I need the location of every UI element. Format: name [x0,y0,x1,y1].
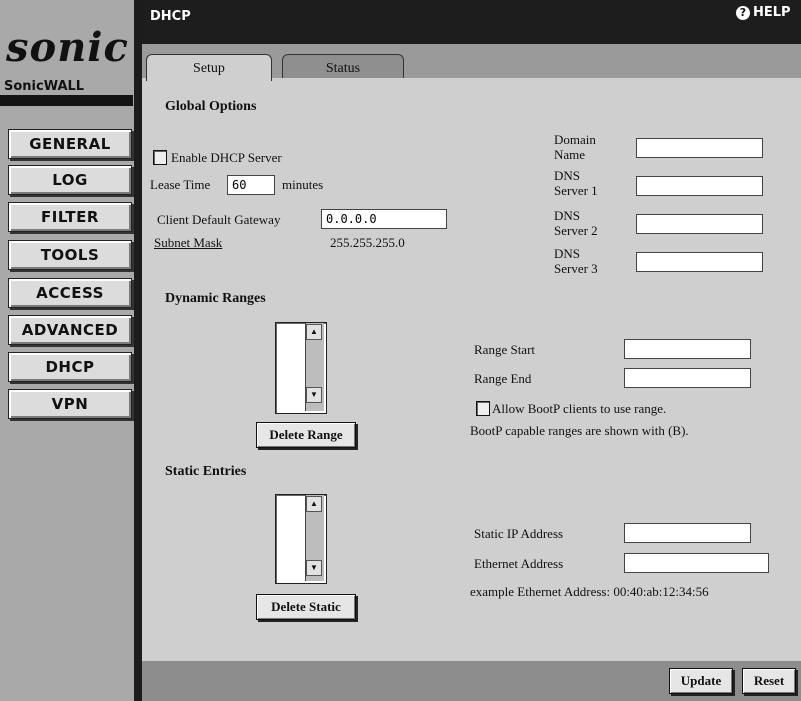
lease-time-input[interactable] [227,175,275,195]
dns-server-3-label: DNS Server 3 [554,246,598,276]
reset-button[interactable]: Reset [742,668,796,694]
domain-name-label: Domain Name [554,132,596,162]
sidebar-item-dhcp[interactable]: DHCP [8,352,132,382]
help-label: HELP [753,5,791,20]
lease-time-unit: minutes [282,177,324,192]
scroll-up-icon[interactable]: ▲ [306,324,322,340]
header-bar [142,0,801,44]
sidebar-item-log[interactable]: LOG [8,165,132,195]
ethernet-address-input[interactable] [624,553,769,573]
dns-server-1-label: DNS Server 1 [554,168,598,198]
sonicwall-logo: sonic [6,24,129,71]
dynamic-ranges-heading: Dynamic Ranges [165,291,266,306]
help-button[interactable]: ? HELP [736,5,791,20]
brand-bar [0,95,133,106]
gateway-input[interactable] [321,209,447,229]
sidebar-item-tools[interactable]: TOOLS [8,240,132,270]
delete-range-button[interactable]: Delete Range [256,422,356,448]
static-entries-heading: Static Entries [165,464,247,479]
help-circle-icon: ? [736,6,750,20]
global-options-heading: Global Options [165,99,257,114]
scroll-down-icon[interactable]: ▼ [306,560,322,576]
gateway-label: Client Default Gateway [157,212,281,227]
allow-bootp-checkbox[interactable] [476,401,490,416]
lease-time-label: Lease Time [150,177,211,192]
range-end-input[interactable] [624,368,751,388]
ethernet-address-label: Ethernet Address [474,556,564,571]
dns-server-1-input[interactable] [636,176,763,196]
enable-dhcp-label: Enable DHCP Server [171,150,282,165]
scroll-up-icon[interactable]: ▲ [306,496,322,512]
update-button[interactable]: Update [669,668,733,694]
page-title: DHCP [150,9,191,24]
static-ip-input[interactable] [624,523,751,543]
range-start-input[interactable] [624,339,751,359]
dns-server-2-input[interactable] [636,214,763,234]
sidebar-item-access[interactable]: ACCESS [8,278,132,308]
scroll-down-icon[interactable]: ▼ [306,387,322,403]
tab-status[interactable]: Status [282,54,404,81]
sidebar-item-filter[interactable]: FILTER [8,202,132,232]
delete-static-button[interactable]: Delete Static [256,594,356,620]
sidebar-item-general[interactable]: GENERAL [8,129,132,159]
sidebar-item-advanced[interactable]: ADVANCED [8,315,132,345]
range-start-label: Range Start [474,342,536,357]
subnet-mask-value: 255.255.255.0 [330,235,405,250]
bootp-note: BootP capable ranges are shown with (B). [470,423,689,438]
range-end-label: Range End [474,371,532,386]
tab-setup[interactable]: Setup [146,54,272,81]
ethernet-example-note: example Ethernet Address: 00:40:ab:12:34… [470,584,709,599]
static-ip-label: Static IP Address [474,526,564,541]
dns-server-3-input[interactable] [636,252,763,272]
enable-dhcp-checkbox[interactable] [153,150,167,165]
sidebar-item-vpn[interactable]: VPN [8,389,132,419]
subnet-mask-link[interactable]: Subnet Mask [154,235,222,251]
sidebar-divider [134,0,142,701]
dns-server-2-label: DNS Server 2 [554,208,598,238]
allow-bootp-label: Allow BootP clients to use range. [492,401,667,416]
brand-name: SonicWALL [4,79,85,94]
domain-name-input[interactable] [636,138,763,158]
